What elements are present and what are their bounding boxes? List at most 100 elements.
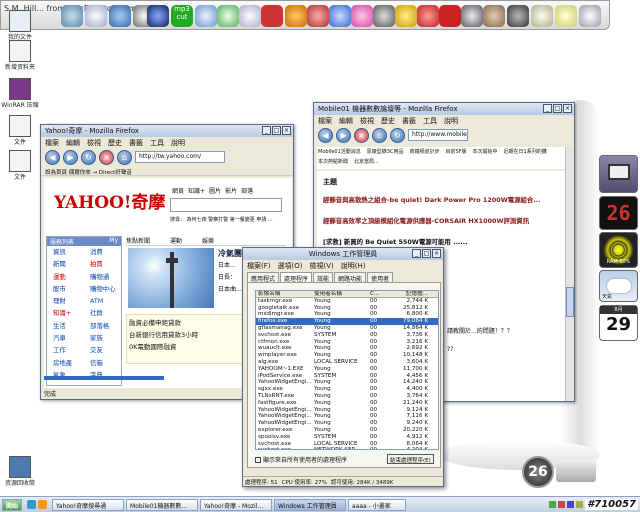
thread-link[interactable]: 經靜音與高散熱之組合-be quiet! Dark Power Pro 1200… (323, 195, 559, 204)
smiley-icon[interactable] (395, 5, 417, 27)
back-icon[interactable]: ◀ (45, 149, 60, 165)
info-icon[interactable] (285, 5, 307, 27)
music-icon[interactable] (195, 5, 217, 27)
paper-icon[interactable] (531, 5, 553, 27)
pen-icon[interactable] (239, 5, 261, 27)
close-icon[interactable]: × (563, 104, 572, 113)
process-row[interactable]: alg.exe LOCAL SERVICE 00 3,604 K (256, 359, 438, 366)
process-row[interactable]: svchost.exe LOCAL SERVICE 00 8,064 K (256, 441, 438, 448)
search-tab[interactable]: 知識+ (188, 186, 205, 195)
news-tab[interactable]: 焦點新聞 (126, 236, 150, 245)
yahoo-url-input[interactable]: http://tw.yahoo.com/ (135, 151, 225, 163)
service-link[interactable]: 信箱 (84, 357, 121, 369)
globe-icon[interactable] (147, 5, 169, 27)
search-tab[interactable]: 影片 (225, 186, 237, 195)
service-link[interactable]: 新聞 (47, 258, 84, 270)
menu-item[interactable]: 檔案 (318, 116, 332, 125)
trash-icon[interactable] (579, 5, 601, 27)
yahoo-logo[interactable]: YAHOO!奇摩 (54, 188, 165, 213)
menu-item[interactable]: 檢視 (360, 116, 374, 125)
process-row[interactable]: svchost.exe SYSTEM 00 3,736 K (256, 332, 438, 339)
tray-antivirus-icon[interactable] (558, 501, 566, 508)
search-tab[interactable]: 圖片 (209, 186, 221, 195)
ie-quick-icon[interactable] (27, 500, 37, 509)
desktop-icon[interactable]: 新增资料夹 (0, 40, 40, 71)
service-link[interactable]: 知識+ (47, 307, 84, 319)
reload-icon[interactable]: ↻ (81, 149, 96, 165)
forward-icon[interactable]: ▶ (63, 149, 78, 165)
stop-icon[interactable]: × (99, 149, 114, 165)
start-button[interactable]: 開始 (2, 498, 23, 511)
service-link[interactable]: 房地產 (47, 357, 84, 369)
menu-item[interactable]: 工具 (423, 116, 437, 125)
service-link[interactable]: 股市 (47, 283, 84, 295)
taskmgr-titlebar[interactable]: Windows 工作管理員 _ □ × (243, 248, 443, 260)
top-link[interactable]: 本次開始中 (473, 148, 498, 158)
service-link[interactable]: 交友 (84, 344, 121, 356)
q-icon[interactable] (329, 5, 351, 27)
stop-icon[interactable]: × (354, 127, 369, 143)
desktop-icon[interactable]: 我的文件 (0, 10, 40, 41)
dfs-icon[interactable] (439, 5, 461, 27)
service-link[interactable]: 部落格 (84, 320, 121, 332)
horizontal-scrollbar[interactable] (44, 376, 164, 380)
tray-network-icon[interactable] (549, 501, 557, 508)
process-row[interactable]: iPodService.exe SYSTEM 00 4,456 K (256, 373, 438, 380)
menu-item[interactable]: 選項(O) (278, 261, 303, 270)
taskbar-window-button[interactable]: Mobile01機器數數... (126, 498, 199, 511)
close-icon[interactable]: × (282, 126, 291, 135)
game-icon[interactable] (507, 5, 529, 27)
process-row[interactable]: googletalk.exe Young 00 25,812 K (256, 305, 438, 312)
process-row[interactable]: YahooWidgetEngi... Young 00 14,240 K (256, 379, 438, 386)
top-link[interactable]: 商鐵頻道計步 (409, 148, 439, 158)
mobile01-url-input[interactable]: http://www.mobile01 (408, 129, 468, 141)
service-link[interactable]: 家族 (84, 332, 121, 344)
process-row[interactable]: wmplayer.exe Young 00 10,148 K (256, 352, 438, 359)
flower-icon[interactable] (351, 5, 373, 27)
process-row[interactable]: svchost.exeNETWORK SER...004,204 K (256, 447, 438, 449)
scroll-thumb[interactable] (566, 287, 574, 317)
menu-item[interactable]: 檔案 (45, 138, 59, 147)
yahoo-titlebar[interactable]: Yahoo!奇摩 - Mozilla Firefox _ □ × (41, 125, 293, 137)
process-row[interactable]: explorer.exe Young 00 20,220 K (256, 427, 438, 434)
desktop-icon[interactable]: 文件 (0, 150, 40, 181)
menu-item[interactable]: 說明(H) (341, 261, 366, 270)
monitor-gadget[interactable] (599, 155, 638, 193)
reload-icon[interactable]: ↻ (390, 127, 405, 143)
news-tab[interactable]: 娛樂 (202, 236, 214, 245)
menu-item[interactable]: 歷史 (108, 138, 122, 147)
service-link[interactable]: 消費 (84, 246, 121, 258)
process-list[interactable]: 影像名稱 使用者名稱 C... 記憶體... taskmgr.exe Young 00 2,… (255, 290, 439, 450)
close-icon[interactable]: × (432, 249, 441, 258)
process-row[interactable]: gflasmanag.exe Young 00 14,864 K (256, 325, 438, 332)
tray-volume-icon[interactable] (576, 501, 584, 508)
figure-icon[interactable] (461, 5, 483, 27)
menu-item[interactable]: 歷史 (381, 116, 395, 125)
process-row[interactable]: YahooWidgetEngi... Young 00 9,240 K (256, 420, 438, 427)
menu-item[interactable]: 檢視 (87, 138, 101, 147)
character-icon[interactable] (417, 5, 439, 27)
process-row[interactable]: YahooWidgetEngi... Young 00 7,116 K (256, 413, 438, 420)
top-link[interactable]: 原廠型錄3C用品 (367, 148, 404, 158)
minimize-icon[interactable]: _ (412, 249, 421, 258)
process-row[interactable]: msdlmgr.exe Young 00 6,800 K (256, 311, 438, 318)
service-link[interactable]: 購物中心 (84, 283, 121, 295)
service-link[interactable]: ATM (84, 295, 121, 307)
finder-icon[interactable] (61, 5, 83, 27)
column-header[interactable]: C... (370, 291, 386, 297)
taskbar-window-button[interactable]: Yahoo!奇摩 - Mozil... (200, 498, 273, 511)
process-row[interactable]: sgxx.exe Young 00 4,400 K (256, 386, 438, 393)
temp-round-gadget[interactable]: 26 (522, 456, 554, 488)
forward-icon[interactable]: ▶ (336, 127, 351, 143)
process-row[interactable]: YahooWidgetEngi... Young 00 9,124 K (256, 407, 438, 414)
digital-clock-gadget[interactable]: 26 (599, 196, 638, 230)
acrobat-icon[interactable] (261, 5, 283, 27)
folder-yellow-icon[interactable] (555, 5, 577, 27)
back-icon[interactable]: ◀ (318, 127, 333, 143)
clock-app-icon[interactable] (217, 5, 239, 27)
portrait-icon[interactable] (483, 5, 505, 27)
process-row[interactable]: ctfmon.exe Young 00 3,216 K (256, 339, 438, 346)
sidebar-tab-services[interactable]: 服務列表 (50, 237, 74, 246)
menu-item[interactable]: 工具 (150, 138, 164, 147)
desktop-icon[interactable]: 资源回收筒 (0, 456, 40, 487)
